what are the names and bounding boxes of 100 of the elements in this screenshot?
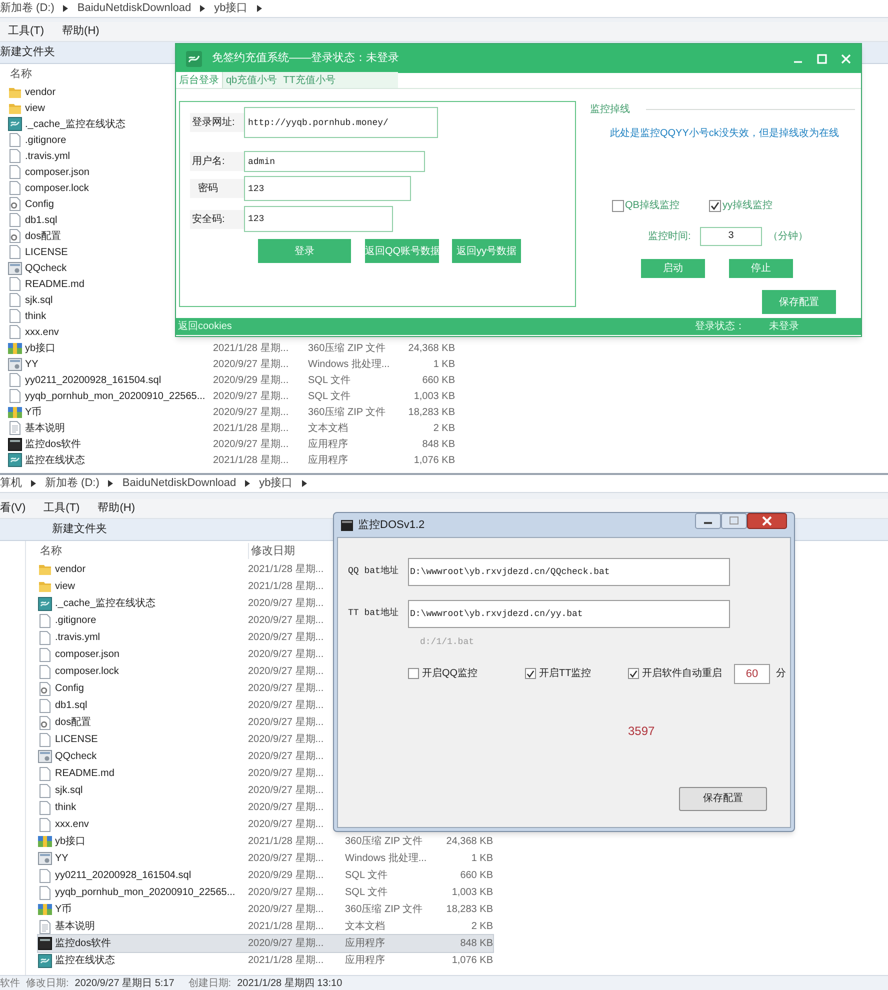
input-field[interactable]: D:\wwwroot\yb.rxvjdezd.cn/QQcheck.bat [408, 558, 730, 586]
column-header[interactable]: 名称 [8, 66, 36, 82]
file-row[interactable]: 监控在线状态 2021/1/28 星期... 应用程序 1,076 KB [38, 952, 493, 969]
chevron-icon[interactable] [200, 5, 206, 12]
file-row[interactable]: YY 2020/9/27 星期... Windows 批处理... 1 KB [8, 356, 455, 372]
file-row[interactable]: 基本说明 2021/1/28 星期... 文本文档 2 KB [8, 420, 455, 436]
file-row[interactable]: composer.json 2020/9/27 星期... [38, 646, 324, 663]
file-row[interactable]: think [8, 308, 46, 324]
file-row[interactable]: QQcheck [8, 260, 67, 276]
size-cell-text: 18,283 KB [446, 903, 493, 917]
checkbox-label: 开启TT监控 [539, 666, 592, 681]
file-row[interactable]: Y币 2020/9/27 星期... 360压缩 ZIP 文件 18,283 KB [8, 404, 455, 420]
file-row[interactable]: view 2021/1/28 星期... [38, 578, 324, 595]
checkbox[interactable] [628, 668, 639, 679]
window-icon [8, 438, 22, 450]
chevron-icon[interactable] [245, 480, 250, 487]
checkbox[interactable] [612, 200, 624, 212]
file-row[interactable]: view [8, 100, 46, 116]
file-row[interactable]: QQcheck 2020/9/27 星期... [38, 748, 324, 765]
file-row[interactable]: .gitignore 2020/9/27 星期... [38, 612, 324, 629]
menu-item[interactable]: 工具(T) [44, 500, 80, 517]
chevron-icon[interactable] [63, 5, 68, 12]
file-row[interactable]: composer.lock 2020/9/27 星期... [38, 663, 324, 680]
file-row[interactable]: composer.json [8, 164, 90, 180]
file-row[interactable]: README.md [8, 276, 84, 292]
breadcrumb-item[interactable]: BaiduNetdiskDownload [122, 475, 236, 492]
breadcrumb-item[interactable]: 算机 [0, 475, 22, 492]
file-row[interactable]: ._cache_监控在线状态 [8, 116, 126, 132]
file-row[interactable]: yyqb_pornhub_mon_20200910_22565... 2020/9/27 星期... SQL 文件 1,003 KB [8, 388, 455, 404]
breadcrumb-item[interactable]: BaiduNetdiskDownload [77, 0, 192, 17]
input-field[interactable]: 123 [244, 206, 393, 232]
date-cell-text: 2021/1/28 星期... [248, 954, 324, 968]
checkbox[interactable] [525, 668, 536, 679]
file-row[interactable]: LICENSE [8, 244, 68, 260]
type-cell-text: Windows 批处理... [345, 852, 427, 866]
size-cell-text: 2 KB [471, 920, 493, 934]
section-title: 监控掉线 [590, 102, 630, 117]
chevron-icon[interactable] [108, 480, 114, 487]
input-field[interactable]: 3 [700, 227, 762, 246]
file-name: ._cache_监控在线状态 [55, 596, 156, 611]
tab[interactable]: 后台登录 [176, 72, 223, 88]
menu-item[interactable]: 工具(T) [8, 23, 44, 40]
input-field[interactable]: 60 [734, 664, 770, 684]
column-header[interactable]: 修改日期 [249, 542, 299, 560]
file-row[interactable]: yyqb_pornhub_mon_20200910_22565... 2020/9/27 星期... SQL 文件 1,003 KB [38, 884, 493, 901]
chevron-icon[interactable] [302, 480, 307, 487]
file-row[interactable]: xxx.env [8, 324, 59, 340]
close-button[interactable] [747, 513, 787, 529]
file-row[interactable]: Config 2020/9/27 星期... [38, 680, 324, 697]
menu-item[interactable]: 帮助(H) [62, 23, 100, 40]
file-row[interactable]: yb接口 2021/1/28 星期... 360压缩 ZIP 文件 24,368 KB [8, 340, 455, 356]
file-row[interactable]: yb接口 2021/1/28 星期... 360压缩 ZIP 文件 24,368 KB [38, 833, 493, 850]
breadcrumb-item[interactable]: yb接口 [214, 0, 248, 17]
file-row[interactable]: think 2020/9/27 星期... [38, 799, 324, 816]
chevron-icon[interactable] [31, 480, 36, 487]
file-row[interactable]: 监控dos软件 2020/9/27 星期... 应用程序 848 KB [38, 935, 493, 952]
file-row[interactable]: yy0211_20200928_161504.sql 2020/9/29 星期... SQL 文件 660 KB [8, 372, 455, 388]
file-row[interactable]: Y币 2020/9/27 星期... 360压缩 ZIP 文件 18,283 KB [38, 901, 493, 918]
file-row[interactable]: YY 2020/9/27 星期... Windows 批处理... 1 KB [38, 850, 493, 867]
file-row[interactable]: .gitignore [8, 132, 66, 148]
file-row[interactable]: 基本说明 2021/1/28 星期... 文本文档 2 KB [38, 918, 493, 935]
breadcrumb-item[interactable]: yb接口 [259, 475, 293, 492]
chevron-icon[interactable] [256, 5, 262, 12]
file-row[interactable]: vendor [8, 84, 56, 100]
menu-item[interactable]: 看(V) [0, 500, 26, 517]
checkbox[interactable] [709, 200, 722, 212]
file-row[interactable]: db1.sql 2020/9/27 星期... [38, 697, 324, 714]
file-row[interactable]: dos配置 [8, 228, 62, 244]
input-field[interactable]: http://yyqb.pornhub.money/ [244, 107, 438, 138]
file-row[interactable]: 监控在线状态 2021/1/28 星期... 应用程序 1,076 KB [8, 452, 455, 468]
checkbox[interactable] [408, 668, 419, 679]
breadcrumb-item[interactable]: 新加卷 (D:) [0, 0, 54, 17]
file-row[interactable]: dos配置 2020/9/27 星期... [38, 714, 324, 731]
column-header[interactable]: 名称 [38, 542, 66, 560]
file-row[interactable]: sjk.sql 2020/9/27 星期... [38, 782, 324, 799]
file-row[interactable]: Config [8, 196, 54, 212]
input-field[interactable]: 123 [244, 176, 411, 201]
input-field[interactable]: admin [244, 151, 425, 172]
menu-item[interactable]: 帮助(H) [98, 500, 135, 517]
file-row[interactable]: .travis.yml 2020/9/27 星期... [38, 629, 324, 646]
minimize-button[interactable] [695, 513, 721, 529]
file-row[interactable]: .travis.yml [8, 148, 70, 164]
save-button[interactable]: 保存配置 [679, 786, 767, 810]
text-file-icon [8, 421, 22, 435]
file-row[interactable]: LICENSE 2020/9/27 星期... [38, 731, 324, 748]
file-row[interactable]: ._cache_监控在线状态 2020/9/27 星期... [38, 595, 324, 612]
file-row[interactable]: db1.sql [8, 212, 58, 228]
file-row[interactable]: README.md 2020/9/27 星期... [38, 765, 324, 782]
file-row[interactable]: 监控dos软件 2020/9/27 星期... 应用程序 848 KB [8, 436, 455, 452]
toolbar-button[interactable]: 新建文件夹 [0, 44, 55, 61]
file-row[interactable]: yy0211_20200928_161504.sql 2020/9/29 星期... SQL 文件 660 KB [38, 867, 493, 884]
status-label: 修改日期: [26, 976, 69, 990]
input-field[interactable]: D:\wwwroot\yb.rxvjdezd.cn/yy.bat [408, 600, 730, 628]
toolbar-button[interactable]: 新建文件夹 [52, 521, 107, 538]
breadcrumb-item[interactable]: 新加卷 (D:) [45, 475, 100, 492]
file-row[interactable]: composer.lock [8, 180, 89, 196]
file-row[interactable]: vendor 2021/1/28 星期... [38, 561, 324, 578]
file-name: yyqb_pornhub_mon_20200910_22565... [55, 886, 236, 900]
file-row[interactable]: xxx.env 2020/9/27 星期... [38, 816, 324, 833]
file-row[interactable]: sjk.sql [8, 292, 53, 308]
